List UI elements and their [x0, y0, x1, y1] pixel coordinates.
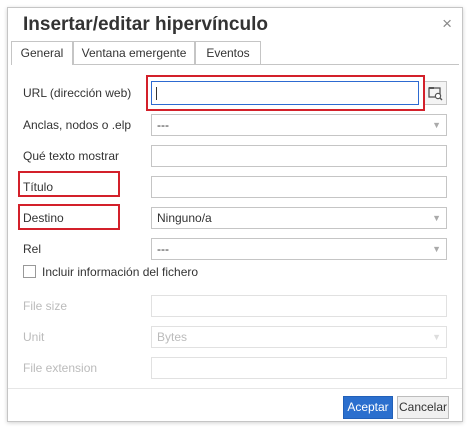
url-label: URL (dirección web): [23, 86, 132, 100]
file-size-input: [151, 295, 447, 317]
file-size-label: File size: [23, 299, 68, 313]
file-extension-input: [151, 357, 447, 379]
cancel-button[interactable]: Cancelar: [397, 396, 449, 419]
url-input[interactable]: [151, 81, 419, 105]
dialog-title: Insertar/editar hipervínculo: [23, 14, 268, 35]
unit-select: Bytes ▼: [151, 326, 447, 348]
chevron-down-icon: ▼: [432, 332, 441, 342]
footer-divider: [8, 388, 462, 389]
tab-popup-window[interactable]: Ventana emergente: [73, 41, 195, 64]
close-icon[interactable]: ×: [442, 14, 452, 34]
rel-label: Rel: [23, 242, 42, 256]
file-extension-label: File extension: [23, 361, 98, 375]
rel-select-value: ---: [157, 242, 169, 256]
anchors-label: Anclas, nodos o .elp: [23, 118, 132, 132]
folder-search-icon: [428, 87, 443, 101]
tab-bar: General Ventana emergente Eventos: [11, 41, 459, 65]
include-file-info-label: Incluir información del fichero: [42, 265, 199, 279]
anchors-select-value: ---: [157, 118, 169, 132]
anchors-select[interactable]: --- ▼: [151, 114, 447, 136]
unit-label: Unit: [23, 330, 45, 344]
target-label: Destino: [23, 211, 64, 225]
dialog-titlebar: Insertar/editar hipervínculo ×: [8, 8, 462, 41]
target-select-value: Ninguno/a: [157, 211, 212, 225]
title-input[interactable]: [151, 176, 447, 198]
chevron-down-icon: ▼: [432, 213, 441, 223]
tab-general[interactable]: General: [11, 41, 73, 65]
browse-button[interactable]: [423, 81, 447, 105]
hyperlink-dialog: Insertar/editar hipervínculo × General V…: [7, 7, 463, 422]
title-label: Título: [23, 180, 54, 194]
target-select[interactable]: Ninguno/a ▼: [151, 207, 447, 229]
tab-events[interactable]: Eventos: [195, 41, 261, 64]
accept-button[interactable]: Aceptar: [343, 396, 393, 419]
chevron-down-icon: ▼: [432, 120, 441, 130]
display-text-input[interactable]: [151, 145, 447, 167]
display-text-label: Qué texto mostrar: [23, 149, 120, 163]
chevron-down-icon: ▼: [432, 244, 441, 254]
text-cursor: [156, 87, 157, 100]
include-file-info-checkbox[interactable]: [23, 265, 36, 278]
unit-select-value: Bytes: [157, 330, 188, 344]
rel-select[interactable]: --- ▼: [151, 238, 447, 260]
